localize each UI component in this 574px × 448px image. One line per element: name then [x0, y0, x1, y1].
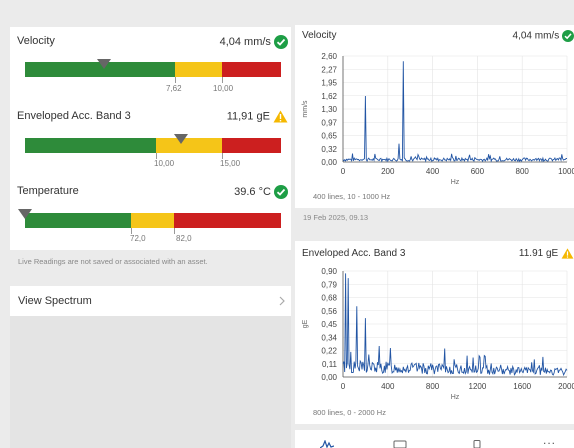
velocity-x-tick-label: 800 [516, 167, 530, 176]
velocity-x-tick-label: 200 [381, 167, 395, 176]
envelope-x-tick-label: 2000 [558, 382, 574, 391]
gauge-marker-icon [18, 209, 32, 219]
envelope-y-tick-label: 0,34 [321, 333, 337, 342]
check-circle-icon [274, 185, 288, 199]
reading-temperature-label: Temperature [17, 185, 79, 197]
envelope-x-tick-label: 1200 [469, 382, 487, 391]
envelope-x-axis-label: Hz [451, 394, 460, 401]
velocity-x-tick-label: 1000 [558, 167, 574, 176]
envelope-y-tick-label: 0,22 [321, 347, 337, 356]
envelope-x-tick-label: 0 [341, 382, 346, 391]
live-readings-note: Live Readings are not saved or associate… [10, 250, 291, 272]
envelope-y-axis-label: gE [302, 319, 309, 328]
velocity-y-tick-label: 0,32 [321, 145, 337, 154]
velocity-y-tick-label: 0,00 [321, 158, 337, 167]
velocity-gauge [25, 62, 281, 77]
envelope-y-tick-label: 0,56 [321, 307, 337, 316]
velocity-spectrum-title: Velocity [302, 30, 337, 41]
velocity-threshold-danger: 10,00 [213, 84, 234, 93]
gauge-marker-icon [97, 59, 111, 69]
report-icon[interactable] [393, 440, 407, 448]
more-icon[interactable]: ... [543, 433, 556, 447]
velocity-spectrum-value: 4,04 mm/s [470, 30, 574, 42]
envelope-y-tick-label: 0,90 [321, 267, 337, 276]
velocity-y-tick-label: 0,65 [321, 132, 337, 141]
velocity-y-axis-label: mm/s [302, 100, 309, 118]
spectrum-icon[interactable] [320, 440, 334, 448]
envelope-x-tick-label: 1600 [513, 382, 531, 391]
view-spectrum-label: View Spectrum [18, 295, 92, 307]
warning-triangle-icon [561, 248, 574, 259]
envelope-y-tick-label: 0,00 [321, 373, 337, 382]
velocity-x-tick-label: 400 [426, 167, 440, 176]
reading-velocity-value: 4,04 mm/s [200, 35, 288, 49]
envelope-x-tick-label: 400 [381, 382, 395, 391]
view-spectrum-button[interactable]: View Spectrum [10, 286, 291, 316]
envelope-y-tick-label: 0,68 [321, 294, 337, 303]
temperature-gauge [25, 213, 281, 228]
phone-icon[interactable] [473, 440, 481, 448]
velocity-x-tick-label: 600 [471, 167, 485, 176]
reading-velocity-label: Velocity [17, 35, 55, 47]
reading-envelope-label: Enveloped Acc. Band 3 [17, 110, 131, 122]
envelope-threshold-alert: 10,00 [154, 159, 175, 168]
velocity-y-tick-label: 2,27 [321, 65, 337, 74]
envelope-y-tick-label: 0,79 [321, 280, 337, 289]
envelope-threshold-danger: 15,00 [220, 159, 241, 168]
envelope-gauge [25, 138, 281, 153]
velocity-y-tick-label: 1,95 [321, 79, 337, 88]
envelope-spectrum-chart: 0,00 0,11 0,22 0,34 0,45 0,56 0,68 0,79 0,90 0 400… [302, 267, 574, 401]
velocity-spectrum-line [342, 61, 567, 163]
reading-temperature-value: 39.6 °C [200, 185, 288, 199]
warning-triangle-icon [273, 110, 288, 123]
velocity-x-tick-label: 0 [341, 167, 346, 176]
envelope-x-tick-label: 800 [426, 382, 440, 391]
gauge-marker-icon [174, 134, 188, 144]
reading-envelope-value: 11,91 gE [200, 110, 288, 123]
temperature-threshold-alert: 72,0 [130, 234, 146, 243]
left-lower-panel [10, 316, 291, 448]
velocity-x-axis-label: Hz [451, 179, 460, 186]
bottom-nav: ... [295, 430, 574, 448]
velocity-y-tick-label: 1,30 [321, 105, 337, 114]
chevron-right-icon [279, 296, 285, 306]
envelope-y-tick-label: 0,11 [322, 360, 338, 369]
velocity-threshold-alert: 7,62 [166, 84, 182, 93]
velocity-y-tick-label: 2,60 [321, 52, 337, 61]
temperature-threshold-danger: 82,0 [176, 234, 192, 243]
check-circle-icon [562, 30, 574, 42]
velocity-spectrum-footer: 400 lines, 10 - 1000 Hz [313, 192, 391, 201]
envelope-y-tick-label: 0,45 [321, 320, 337, 329]
velocity-spectrum-timestamp: 19 Feb 2025, 09.13 [295, 208, 574, 226]
check-circle-icon [274, 35, 288, 49]
velocity-spectrum-chart: 0,00 0,32 0,65 0,97 1,30 1,62 1,95 2,27 2,60 0 200… [302, 52, 574, 186]
envelope-spectrum-value: 11.91 gE [470, 248, 574, 259]
envelope-spectrum-footer: 800 lines, 0 - 2000 Hz [313, 408, 386, 417]
velocity-y-tick-label: 0,97 [321, 118, 337, 127]
velocity-y-tick-label: 1,62 [321, 92, 337, 101]
envelope-spectrum-title: Enveloped Acc. Band 3 [302, 248, 406, 259]
